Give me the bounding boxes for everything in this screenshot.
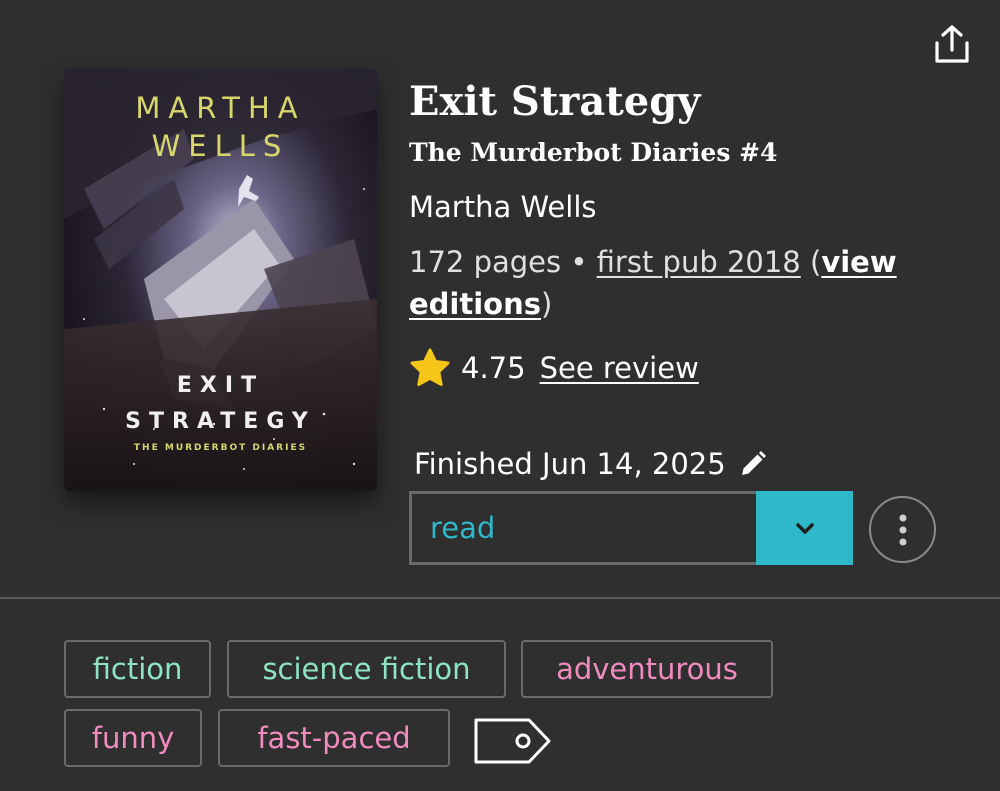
meta-separator: • [561, 245, 597, 279]
tag-funny[interactable]: funny [64, 709, 202, 767]
tag-adventurous[interactable]: adventurous [521, 640, 773, 698]
book-author: Martha Wells [409, 190, 597, 224]
section-divider [0, 597, 1000, 599]
first-pub-link[interactable]: first pub 2018 [597, 245, 801, 279]
tag-icon [474, 718, 551, 764]
finished-date: Finished Jun 14, 2025 [414, 447, 726, 481]
cover-title-line1: EXIT [176, 373, 265, 398]
status-dropdown-button[interactable] [756, 491, 853, 565]
edit-date-button[interactable] [738, 449, 768, 479]
more-options-button[interactable] [869, 496, 936, 563]
cover-series-line: THE MURDERBOT DIARIES [133, 443, 308, 453]
paren-close: ) [541, 287, 553, 321]
book-series: The Murderbot Diaries #4 [409, 138, 778, 167]
add-tag-button[interactable] [473, 716, 553, 766]
reading-status-select[interactable]: read [409, 491, 853, 565]
rating-row: 4.75 See review [409, 346, 699, 390]
tag-science-fiction[interactable]: science fiction [227, 640, 506, 698]
tag-fast-paced[interactable]: fast-paced [218, 709, 450, 767]
finished-row: Finished Jun 14, 2025 [414, 444, 768, 484]
pencil-icon [741, 451, 766, 475]
rating-score: 4.75 [461, 351, 526, 385]
cover-author-line2: WELLS [151, 129, 290, 163]
page-count: 172 pages [409, 245, 562, 279]
star-icon [410, 348, 450, 386]
share-button[interactable] [928, 20, 976, 68]
tag-fiction[interactable]: fiction [64, 640, 211, 698]
book-cover[interactable]: MARTHA WELLS EXIT STRATEGY THE MURDERBOT… [64, 69, 377, 491]
book-meta: 172 pages • first pub 2018 (view edition… [409, 241, 969, 325]
see-review-link[interactable]: See review [540, 351, 699, 385]
share-icon [935, 25, 969, 63]
cover-title-line2: STRATEGY [125, 409, 316, 434]
more-vertical-icon [899, 514, 906, 545]
book-title: Exit Strategy [409, 78, 701, 125]
reading-status-value[interactable]: read [409, 491, 756, 565]
cover-author-line1: MARTHA [135, 91, 306, 125]
paren-open: ( [800, 245, 822, 279]
chevron-down-icon [795, 523, 814, 534]
